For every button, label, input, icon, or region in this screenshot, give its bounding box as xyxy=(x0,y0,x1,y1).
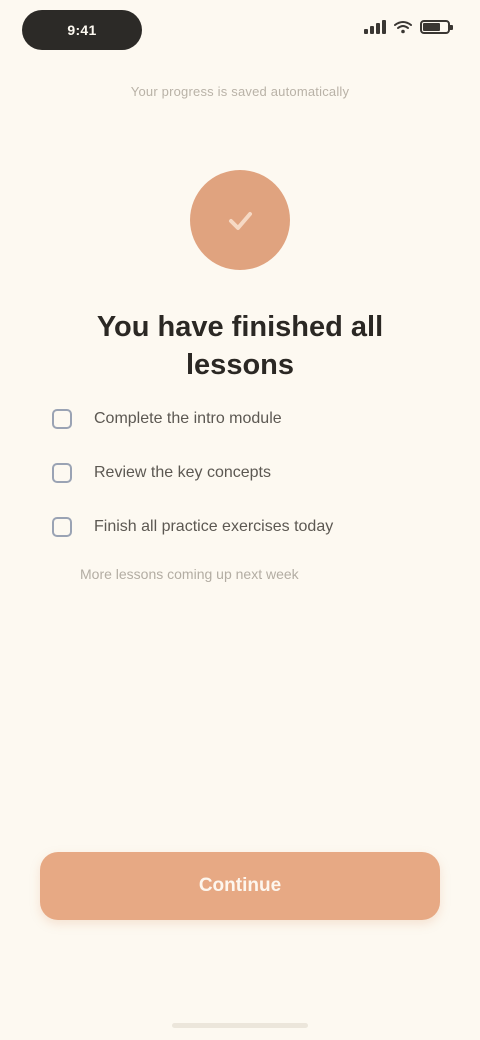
checkbox-icon[interactable] xyxy=(52,463,72,483)
checklist-item-label: Review the key concepts xyxy=(94,464,271,481)
status-time-pill: 9:41 xyxy=(22,10,142,50)
autosave-notice: Your progress is saved automatically xyxy=(130,84,350,99)
home-indicator xyxy=(172,1023,308,1028)
checklist-item[interactable]: Finish all practice exercises today xyxy=(52,500,428,554)
status-icons xyxy=(364,20,453,34)
page-title: You have finished all lessons xyxy=(96,311,384,381)
checklist-item-label: Complete the intro module xyxy=(94,410,282,427)
battery-icon xyxy=(420,20,453,34)
checkbox-icon[interactable] xyxy=(52,409,72,429)
wifi-icon xyxy=(394,21,412,34)
footnote: More lessons coming up next week xyxy=(80,566,299,582)
checklist: Complete the intro module Review the key… xyxy=(52,392,428,554)
status-time: 9:41 xyxy=(67,22,97,38)
screen: 9:41 Your progress is saved automaticall… xyxy=(0,0,480,1040)
checklist-item[interactable]: Complete the intro module xyxy=(52,392,428,446)
checklist-item[interactable]: Review the key concepts xyxy=(52,446,428,500)
continue-button[interactable]: Continue xyxy=(40,852,440,920)
checkmark-icon xyxy=(190,170,290,270)
checkbox-icon[interactable] xyxy=(52,517,72,537)
checklist-item-label: Finish all practice exercises today xyxy=(94,518,334,535)
status-bar: 9:41 xyxy=(0,0,480,64)
signal-icon xyxy=(364,20,386,34)
